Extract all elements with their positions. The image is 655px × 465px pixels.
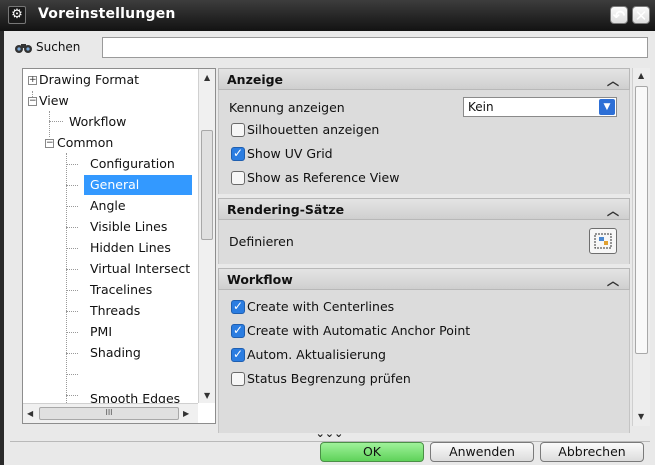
auto-update-label: Autom. Aktualisierung [247,347,386,362]
anchor-point-checkbox[interactable] [231,323,245,338]
reference-view-checkbox[interactable] [231,171,245,185]
tree-item-drawing-format[interactable]: Drawing Format [39,70,139,90]
tree-guide [66,353,78,354]
apply-button[interactable]: Anwenden [430,442,534,462]
tree-guide [66,374,78,375]
section-header-rendering[interactable]: Rendering-Sätze ︿ [218,198,630,220]
tree-item-hidden-lines[interactable]: Hidden Lines [87,238,174,258]
definieren-label: Definieren [229,234,294,249]
tree-item-tracelines[interactable]: Tracelines [87,280,155,300]
section-header-anzeige[interactable]: Anzeige ︿ [218,68,630,90]
show-uv-grid-label: Show UV Grid [247,146,333,161]
section-title: Anzeige [227,72,284,87]
preferences-tree: + Drawing Format − View Workflow − Commo… [22,68,216,424]
scroll-up-icon[interactable]: ▲ [204,73,210,82]
title-bar: ⚙ Voreinstellungen ↶ ✕ [0,0,655,31]
preferences-dialog: Suchen + Drawing Format − View Workflow … [4,31,655,465]
kennung-select[interactable]: Kein ▼ [463,97,617,117]
status-boundary-label: Status Begrenzung prüfen [247,371,411,386]
tree-vertical-scrollbar[interactable]: ▲ ▼ [198,69,215,403]
tree-guide [66,164,78,165]
reference-view-label: Show as Reference View [247,170,400,185]
centerlines-checkbox[interactable] [231,299,245,314]
tree-guide [66,227,78,228]
scroll-thumb[interactable] [635,86,648,354]
tree-guide [49,111,50,137]
search-row: Suchen [4,31,655,63]
gear-icon: ⚙ [8,6,26,24]
section-header-workflow[interactable]: Workflow ︿ [218,268,630,290]
tree-item-pmi[interactable]: PMI [87,322,115,342]
tree-item-virtual-intersect[interactable]: Virtual Intersect [87,259,193,279]
tree-guide [66,290,78,291]
kennung-value: Kein [468,100,494,114]
ok-button[interactable]: OK [320,442,424,462]
tree-horizontal-scrollbar[interactable]: ◀ III ▶ [23,403,198,423]
grid-icon [594,233,612,249]
settings-vertical-scrollbar[interactable]: ▲ ▼ [632,68,650,426]
tree-guide [66,395,78,396]
close-icon[interactable]: ✕ [632,6,650,25]
centerlines-label: Create with Centerlines [247,299,395,314]
reset-icon[interactable]: ↶ [610,6,628,25]
tree-item-workflow[interactable]: Workflow [69,112,126,132]
scroll-down-icon[interactable]: ▼ [204,391,210,400]
more-options-toggle[interactable]: ⌄⌄⌄ [4,428,655,440]
section-body-anzeige: Kennung anzeigen Kein ▼ Silhouetten anze… [218,90,630,194]
window-title: Voreinstellungen [38,6,176,22]
tree-item-configuration[interactable]: Configuration [87,154,178,174]
anchor-point-label: Create with Automatic Anchor Point [247,323,471,338]
scroll-down-icon[interactable]: ▼ [638,412,644,421]
collapse-icon[interactable]: − [28,97,37,106]
tree-guide [49,121,63,122]
collapse-section-icon[interactable]: ︿ [607,72,619,89]
scroll-left-icon[interactable]: ◀ [27,409,33,418]
collapse-icon[interactable]: − [45,139,54,148]
tree-guide [66,206,78,207]
binoculars-icon [15,44,32,53]
tree-guide [66,185,78,186]
show-uv-grid-checkbox[interactable] [231,146,245,161]
tree-item-general[interactable]: General [84,175,192,195]
section-title: Workflow [227,272,293,287]
status-boundary-checkbox[interactable] [231,372,245,386]
scroll-thumb[interactable] [201,130,213,240]
silhouetten-label: Silhouetten anzeigen [247,122,380,137]
search-label: Suchen [36,40,81,54]
collapse-section-icon[interactable]: ︿ [607,272,619,289]
define-rendering-button[interactable] [589,228,617,254]
section-title: Rendering-Sätze [227,202,345,217]
section-body-rendering: Definieren [218,220,630,264]
settings-panel: Anzeige ︿ Kennung anzeigen Kein ▼ Silhou… [218,68,630,433]
tree-guide [66,311,78,312]
tree-guide [66,269,78,270]
section-body-workflow: Create with Centerlines Create with Auto… [218,290,630,433]
tree-item-threads[interactable]: Threads [87,301,143,321]
tree-item-common[interactable]: Common [57,133,113,153]
tree-item-shading[interactable]: Shading [87,343,144,363]
tree-item-visible-lines[interactable]: Visible Lines [87,217,170,237]
scroll-up-icon[interactable]: ▲ [638,71,644,80]
auto-update-checkbox[interactable] [231,347,245,362]
tree-guide [66,153,67,403]
tree-item-angle[interactable]: Angle [87,196,129,216]
button-bar: OK Anwenden Abbrechen [4,442,655,465]
expand-icon[interactable]: + [28,76,37,85]
search-input[interactable] [102,37,648,58]
chevron-down-icon[interactable]: ▼ [599,99,615,115]
tree-guide [66,248,78,249]
kennung-label: Kennung anzeigen [229,100,345,115]
tree-item-view[interactable]: View [39,91,69,111]
scroll-thumb[interactable]: III [39,407,179,420]
collapse-section-icon[interactable]: ︿ [607,202,619,219]
scroll-right-icon[interactable]: ▶ [183,409,189,418]
silhouetten-checkbox[interactable] [231,123,245,137]
tree-guide [66,332,78,333]
cancel-button[interactable]: Abbrechen [540,442,644,462]
